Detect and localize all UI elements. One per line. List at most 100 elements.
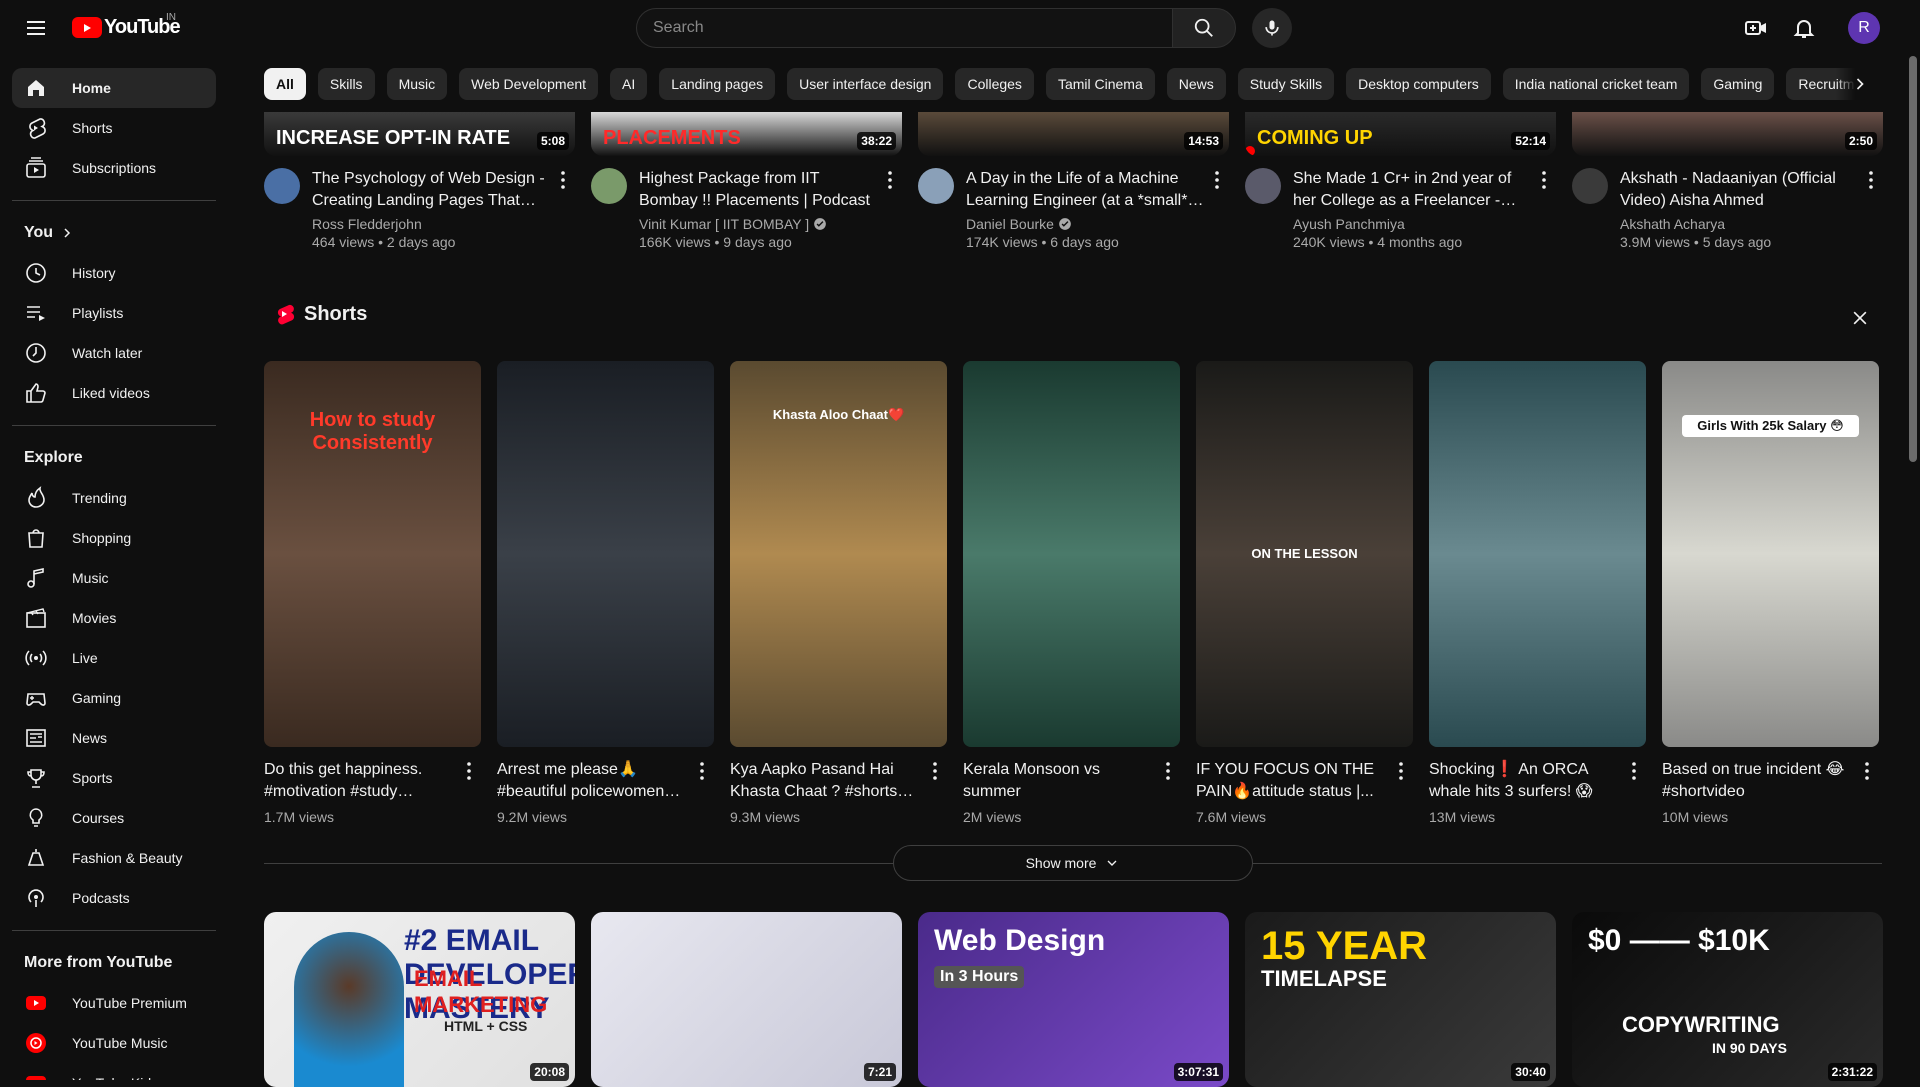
filter-chip[interactable]: Desktop computers: [1346, 68, 1491, 100]
channel-name-row[interactable]: Ross Fledderjohn: [312, 216, 551, 232]
short-card[interactable]: Girls With 25k Salary 😳 Based on true inc…: [1662, 361, 1879, 825]
filter-chip[interactable]: Tamil Cinema: [1045, 68, 1155, 100]
channel-name-row[interactable]: Daniel Bourke: [966, 216, 1205, 232]
short-thumbnail[interactable]: [497, 361, 714, 747]
short-title[interactable]: Shocking❗ An ORCA whale hits 3 surfers! …: [1429, 759, 1622, 803]
video-title[interactable]: The Psychology of Web Design - Creating …: [312, 168, 551, 212]
video-menu-button[interactable]: [1532, 168, 1556, 192]
sidebar-item-youtube-music[interactable]: YouTube Music: [12, 1023, 216, 1063]
video-thumbnail[interactable]: COMING UP 52:14: [1245, 112, 1556, 156]
short-thumbnail[interactable]: [1429, 361, 1646, 747]
short-card[interactable]: Khasta Aloo Chaat❤️ Kya Aapko Pasand Hai …: [730, 361, 947, 825]
page-scrollbar[interactable]: [1906, 56, 1920, 1080]
scrollbar-thumb[interactable]: [1909, 56, 1917, 462]
short-menu-button[interactable]: [690, 759, 714, 783]
short-menu-button[interactable]: [457, 759, 481, 783]
short-menu-button[interactable]: [1156, 759, 1180, 783]
short-thumbnail[interactable]: [963, 361, 1180, 747]
video-menu-button[interactable]: [1205, 168, 1229, 192]
short-title[interactable]: Based on true incident 😂 #shortvideo: [1662, 759, 1855, 803]
sidebar-item-home[interactable]: Home: [12, 68, 216, 108]
short-thumbnail[interactable]: ON THE LESSON: [1196, 361, 1413, 747]
sidebar-item-shorts[interactable]: Shorts: [12, 108, 216, 148]
sidebar-item-gaming[interactable]: Gaming: [12, 678, 216, 718]
channel-name-row[interactable]: Akshath Acharya: [1620, 216, 1859, 232]
sidebar-item-fashion-beauty[interactable]: Fashion & Beauty: [12, 838, 216, 878]
sidebar-item-subscriptions[interactable]: Subscriptions: [12, 148, 216, 188]
sidebar-item-history[interactable]: History: [12, 253, 216, 293]
short-card[interactable]: How to study Consistently Do this get hap…: [264, 361, 481, 825]
filter-chip[interactable]: All: [264, 68, 306, 100]
guide-menu-button[interactable]: [16, 8, 56, 48]
filter-chip[interactable]: Landing pages: [659, 68, 776, 100]
short-thumbnail[interactable]: Khasta Aloo Chaat❤️: [730, 361, 947, 747]
channel-avatar[interactable]: [1572, 168, 1608, 204]
channel-avatar[interactable]: [918, 168, 954, 204]
sidebar-item-movies[interactable]: Movies: [12, 598, 216, 638]
short-title[interactable]: Arrest me please🙏 #beautiful policewomen…: [497, 759, 690, 803]
channel-avatar[interactable]: [1245, 168, 1281, 204]
sidebar-you-heading[interactable]: You: [12, 213, 216, 253]
channel-name-row[interactable]: Ayush Panchmiya: [1293, 216, 1532, 232]
short-menu-button[interactable]: [1855, 759, 1879, 783]
video-thumbnail[interactable]: 14:53: [918, 112, 1229, 156]
filter-chip[interactable]: User interface design: [787, 68, 944, 100]
video-menu-button[interactable]: [1859, 168, 1883, 192]
filter-chip[interactable]: Web Development: [459, 68, 599, 100]
filter-chip[interactable]: Gaming: [1701, 68, 1775, 100]
account-avatar[interactable]: R: [1848, 12, 1880, 44]
chips-next-button[interactable]: [1836, 64, 1884, 104]
video-card[interactable]: 2:50 Akshath - Nadaaniyan (Official Video…: [1572, 112, 1883, 250]
filter-chip[interactable]: Music: [386, 68, 448, 100]
video-title[interactable]: A Day in the Life of a Machine Learning …: [966, 168, 1205, 212]
sidebar-item-playlists[interactable]: Playlists: [12, 293, 216, 333]
voice-search-button[interactable]: [1252, 8, 1292, 48]
short-menu-button[interactable]: [923, 759, 947, 783]
filter-chip[interactable]: India national cricket team: [1502, 68, 1690, 100]
sidebar-item-podcasts[interactable]: Podcasts: [12, 878, 216, 918]
short-card[interactable]: Shocking❗ An ORCA whale hits 3 surfers! …: [1429, 361, 1646, 825]
channel-name-row[interactable]: Vinit Kumar [ IIT BOMBAY ]: [639, 216, 878, 232]
sidebar-item-trending[interactable]: Trending: [12, 478, 216, 518]
short-title[interactable]: Kerala Monsoon vs summer: [963, 759, 1156, 803]
video-menu-button[interactable]: [551, 168, 575, 192]
short-thumbnail[interactable]: Girls With 25k Salary 😳: [1662, 361, 1879, 747]
filter-chip[interactable]: Skills: [317, 68, 375, 100]
video-thumbnail[interactable]: #2 EMAIL DEVELOPER MASTERY EMAIL MARKETIN…: [264, 912, 575, 1087]
search-input[interactable]: [636, 8, 1172, 48]
video-thumbnail[interactable]: 2:50: [1572, 112, 1883, 156]
video-card[interactable]: INCREASE OPT-IN RATE 5:08 The Psychology o…: [264, 112, 575, 250]
video-thumbnail[interactable]: INCREASE OPT-IN RATE 5:08: [264, 112, 575, 156]
short-title[interactable]: Kya Aapko Pasand Hai Khasta Chaat ? #sho…: [730, 759, 923, 803]
video-card[interactable]: 14:53 A Day in the Life of a Machine Lear…: [918, 112, 1229, 250]
filter-chip[interactable]: News: [1166, 68, 1226, 100]
sidebar-item-shopping[interactable]: Shopping: [12, 518, 216, 558]
video-card[interactable]: COMING UP 52:14 She Made 1 Cr+ in 2nd year…: [1245, 112, 1556, 250]
create-button[interactable]: [1736, 8, 1776, 48]
sidebar-item-watch-later[interactable]: Watch later: [12, 333, 216, 373]
short-menu-button[interactable]: [1389, 759, 1413, 783]
short-card[interactable]: ON THE LESSON IF YOU FOCUS ON THE PAIN🔥at…: [1196, 361, 1413, 825]
video-thumbnail[interactable]: $0 —— $10K COPYWRITING IN 90 DAYS 2:31:22: [1572, 912, 1883, 1087]
sidebar-item-youtube-premium[interactable]: YouTube Premium: [12, 983, 216, 1023]
sidebar-item-youtube-kids[interactable]: YouTube Kids: [12, 1063, 216, 1080]
filter-chip[interactable]: Study Skills: [1237, 68, 1335, 100]
short-card[interactable]: Kerala Monsoon vs summer 2M views: [963, 361, 1180, 825]
sidebar-item-liked-videos[interactable]: Liked videos: [12, 373, 216, 413]
channel-avatar[interactable]: [591, 168, 627, 204]
sidebar-item-sports[interactable]: Sports: [12, 758, 216, 798]
filter-chip[interactable]: Colleges: [955, 68, 1034, 100]
video-menu-button[interactable]: [878, 168, 902, 192]
search-button[interactable]: [1172, 8, 1236, 48]
sidebar-item-news[interactable]: News: [12, 718, 216, 758]
channel-avatar[interactable]: [264, 168, 300, 204]
video-title[interactable]: Highest Package from IIT Bombay !! Place…: [639, 168, 878, 212]
show-more-button[interactable]: Show more: [893, 845, 1253, 881]
video-thumbnail[interactable]: 7:21: [591, 912, 902, 1087]
video-card[interactable]: PLACEMENTS 38:22 Highest Package from IIT …: [591, 112, 902, 250]
short-thumbnail[interactable]: How to study Consistently: [264, 361, 481, 747]
filter-chip[interactable]: AI: [610, 68, 648, 100]
short-menu-button[interactable]: [1622, 759, 1646, 783]
video-thumbnail[interactable]: 15 YEAR TIMELAPSE 30:40: [1245, 912, 1556, 1087]
youtube-logo[interactable]: YouTube IN: [72, 12, 181, 39]
